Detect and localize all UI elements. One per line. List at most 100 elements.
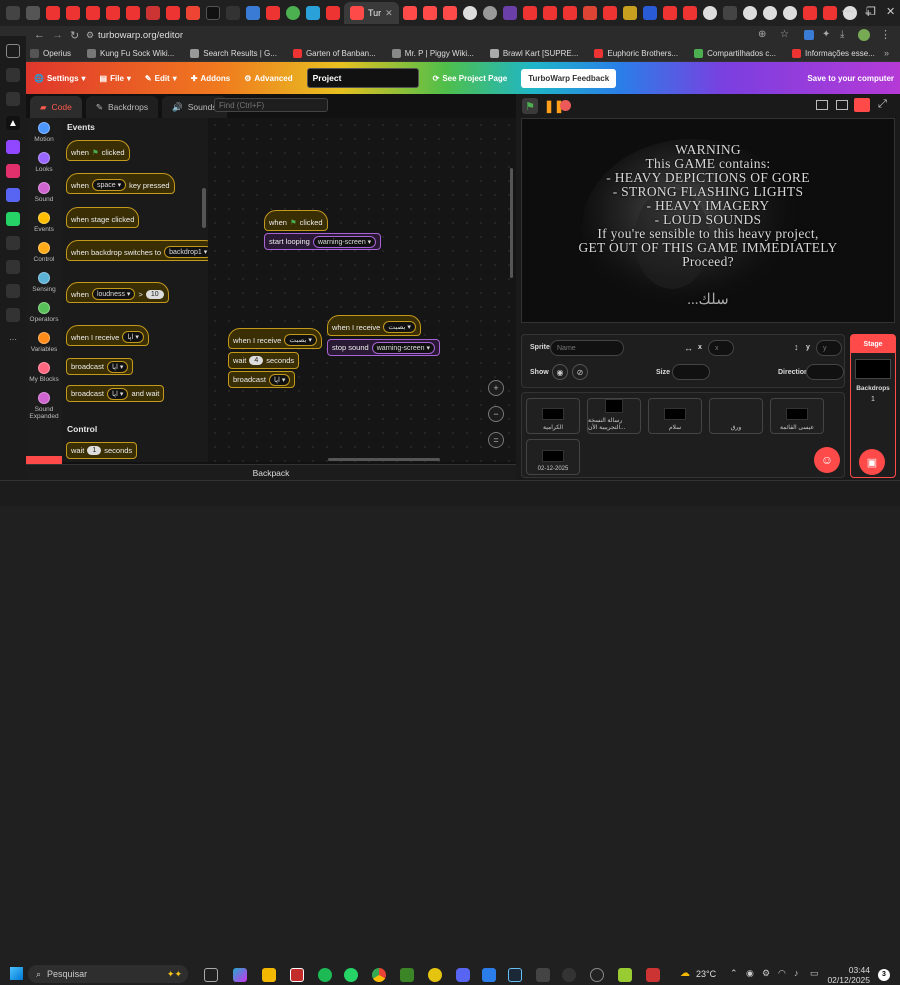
tab-icon[interactable]	[782, 6, 797, 20]
project-title-input[interactable]	[306, 68, 419, 88]
category-motion[interactable]: Motion	[34, 122, 54, 143]
tab-icon[interactable]	[502, 6, 517, 20]
when-flag-clicked-block[interactable]: when ⚑ clicked	[66, 140, 130, 161]
when-flag-clicked-script[interactable]: when ⚑ clicked	[264, 210, 328, 231]
category-sound-expanded[interactable]: Sound Expanded	[26, 392, 62, 420]
download-icon[interactable]: ⤓	[840, 29, 844, 40]
tab-icon[interactable]	[66, 6, 80, 20]
sprite-name-input[interactable]	[550, 340, 624, 356]
app-icon[interactable]	[590, 968, 604, 982]
bookmark-item[interactable]: Kung Fu Sock Wiki...	[87, 49, 174, 58]
app-icon[interactable]	[562, 968, 576, 982]
sidebar-app-icon[interactable]	[6, 236, 20, 250]
steam-icon[interactable]	[508, 968, 522, 982]
category-control[interactable]: Control	[34, 242, 54, 263]
backpack[interactable]: Backpack	[26, 464, 516, 480]
home-icon[interactable]	[6, 44, 20, 58]
green-flag-button[interactable]: ⚑	[522, 98, 538, 114]
when-i-receive-script[interactable]: when I receive بصبت ▾	[228, 328, 322, 349]
sound-dropdown[interactable]: warning-screen ▾	[371, 341, 436, 354]
start-icon[interactable]	[10, 967, 23, 980]
sidebar-more-icon[interactable]: ⋯	[6, 332, 20, 346]
tab-icon[interactable]	[166, 6, 180, 20]
when-loudness-block[interactable]: when loudness ▾ >10	[66, 282, 169, 303]
tab-icon[interactable]	[562, 6, 577, 20]
battery-icon[interactable]: ▭	[810, 968, 819, 979]
normal-stage-button[interactable]	[836, 100, 848, 110]
tray-chevron-icon[interactable]: ⌃	[730, 968, 738, 979]
message-dropdown[interactable]: بصبت ▾	[383, 321, 416, 333]
when-stage-clicked-block[interactable]: when stage clicked	[66, 207, 140, 228]
tab-icon[interactable]	[422, 6, 437, 20]
more-menu-icon[interactable]: ⋮	[880, 28, 891, 41]
bookmarks-overflow-icon[interactable]: »	[884, 48, 889, 58]
when-backdrop-switches-block[interactable]: when backdrop switches to backdrop1 ▾	[66, 240, 208, 261]
edit-menu[interactable]: ✎ Edit ▾	[145, 74, 177, 83]
app-icon[interactable]	[482, 968, 496, 982]
y-input[interactable]	[816, 340, 842, 356]
tab-icon[interactable]	[582, 6, 597, 20]
category-looks[interactable]: Looks	[35, 152, 53, 173]
tab-icon[interactable]	[266, 6, 280, 20]
message-dropdown[interactable]: بصبت ▾	[284, 334, 317, 346]
category-operators[interactable]: Operators	[30, 302, 58, 323]
copilot-icon[interactable]	[233, 968, 247, 982]
when-key-pressed-block[interactable]: when space ▾ key pressed	[66, 173, 175, 194]
app-icon[interactable]	[618, 968, 632, 982]
zoom-out-button[interactable]: −	[488, 406, 504, 422]
category-sensing[interactable]: Sensing	[32, 272, 56, 293]
tab-icon[interactable]	[682, 6, 697, 20]
tab-icon[interactable]	[46, 6, 60, 20]
url-text[interactable]: turbowarp.org/editor	[98, 30, 183, 41]
seconds-input[interactable]: 1	[87, 446, 102, 455]
threshold-input[interactable]: 10	[145, 289, 164, 299]
tab-icon[interactable]	[226, 6, 240, 20]
tab-icon[interactable]	[742, 6, 757, 20]
notification-badge[interactable]: 3	[878, 969, 890, 981]
minimize-icon[interactable]: —	[842, 5, 853, 17]
tab-icon[interactable]	[186, 6, 200, 20]
wait-seconds-block[interactable]: wait 1 seconds	[66, 442, 138, 459]
stage-selector[interactable]: Stage Backdrops 1 ▣	[850, 334, 896, 478]
tab-icon[interactable]	[802, 6, 817, 20]
tab-icon[interactable]	[462, 6, 477, 20]
taskbar-search[interactable]: ⌕ Pesquisar ✦✦	[28, 965, 188, 983]
bookmark-item[interactable]: Informações esse...	[792, 49, 875, 58]
bookmark-item[interactable]: Euphoric Brothers...	[594, 49, 678, 58]
tab-icon[interactable]	[662, 6, 677, 20]
discord-icon[interactable]	[456, 968, 470, 982]
tray-app-icon[interactable]: ◉	[746, 968, 754, 979]
tab-code[interactable]: ▰ Code	[30, 96, 82, 118]
sprite-tile[interactable]: الكرامية	[526, 398, 580, 434]
file-explorer-icon[interactable]	[262, 968, 276, 982]
close-window-icon[interactable]: ✕	[886, 5, 895, 18]
tab-icon[interactable]	[206, 6, 220, 20]
game-app-icon[interactable]	[428, 968, 442, 982]
reload-icon[interactable]: ↻	[70, 29, 79, 42]
file-menu[interactable]: ▤ File ▾	[100, 74, 131, 83]
temperature[interactable]: 23°C	[696, 969, 716, 979]
category-sound[interactable]: Sound	[35, 182, 53, 203]
tab-icon[interactable]	[482, 6, 497, 20]
tab-icon[interactable]	[522, 6, 537, 20]
show-eye-icon[interactable]: ◉	[552, 364, 568, 380]
spotify-icon[interactable]	[318, 968, 332, 982]
backdrop-dropdown[interactable]: backdrop1 ▾	[164, 246, 208, 258]
tab-icon[interactable]	[26, 6, 40, 20]
discord-icon[interactable]	[6, 188, 20, 202]
zoom-in-button[interactable]: +	[488, 380, 504, 396]
site-info-icon[interactable]: ⚙	[86, 30, 94, 41]
sprite-tile[interactable]: سلام	[648, 398, 702, 434]
direction-input[interactable]	[806, 364, 844, 380]
chrome-icon[interactable]	[372, 968, 386, 982]
broadcast-block[interactable]: broadcast اپا ▾	[66, 358, 134, 375]
clock-time[interactable]: 03:44	[834, 965, 870, 975]
sidebar-app-icon[interactable]	[6, 68, 20, 82]
x-input[interactable]	[708, 340, 734, 356]
avatar[interactable]	[858, 29, 870, 41]
sidebar-app-icon[interactable]	[6, 92, 20, 106]
stop-sound-block[interactable]: stop sound warning-screen ▾	[327, 339, 441, 356]
tab-icon[interactable]	[86, 6, 100, 20]
tab-icon[interactable]	[622, 6, 637, 20]
opera-icon[interactable]	[290, 968, 304, 982]
